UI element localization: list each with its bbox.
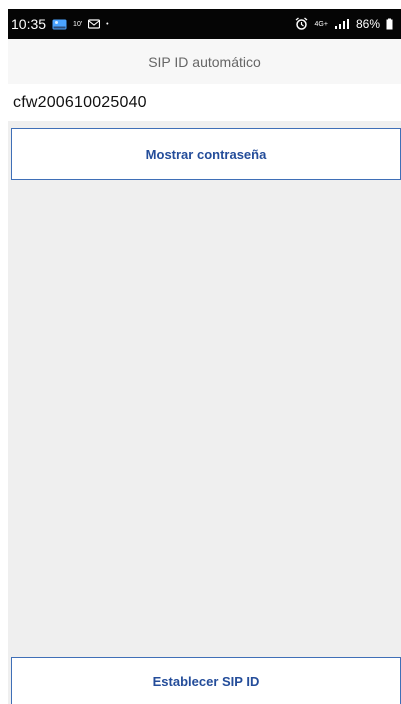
set-sip-id-label: Establecer SIP ID [152, 673, 260, 689]
status-dot: • [106, 20, 109, 28]
status-time: 10:35 [11, 16, 47, 32]
top-white-edge [0, 0, 401, 9]
status-left-group: 10:35 10' • [11, 9, 109, 39]
show-password-label: Mostrar contraseña [145, 146, 267, 162]
network-label: 4G+ [314, 20, 328, 28]
status-bar: 10:35 10' • 4G+ 86% [8, 9, 401, 39]
signal-icon [334, 18, 350, 30]
status-right-group: 4G+ 86% [294, 9, 393, 39]
sip-id-display: cfw200610025040 [8, 84, 401, 121]
battery-percentage: 86% [355, 17, 380, 31]
battery-icon [386, 18, 393, 30]
status-small-indicator: 10' [73, 20, 83, 28]
photo-icon [52, 18, 67, 30]
alarm-icon [294, 17, 309, 31]
mail-icon [88, 19, 101, 29]
sip-id-value: cfw200610025040 [13, 94, 147, 111]
page-title: SIP ID automático [148, 54, 261, 70]
show-password-button[interactable]: Mostrar contraseña [11, 128, 401, 180]
screen-header: SIP ID automático [8, 39, 401, 84]
app-screen: 10:35 10' • 4G+ 86% SIP ID automático cf… [8, 9, 401, 704]
set-sip-id-button[interactable]: Establecer SIP ID [11, 657, 401, 704]
